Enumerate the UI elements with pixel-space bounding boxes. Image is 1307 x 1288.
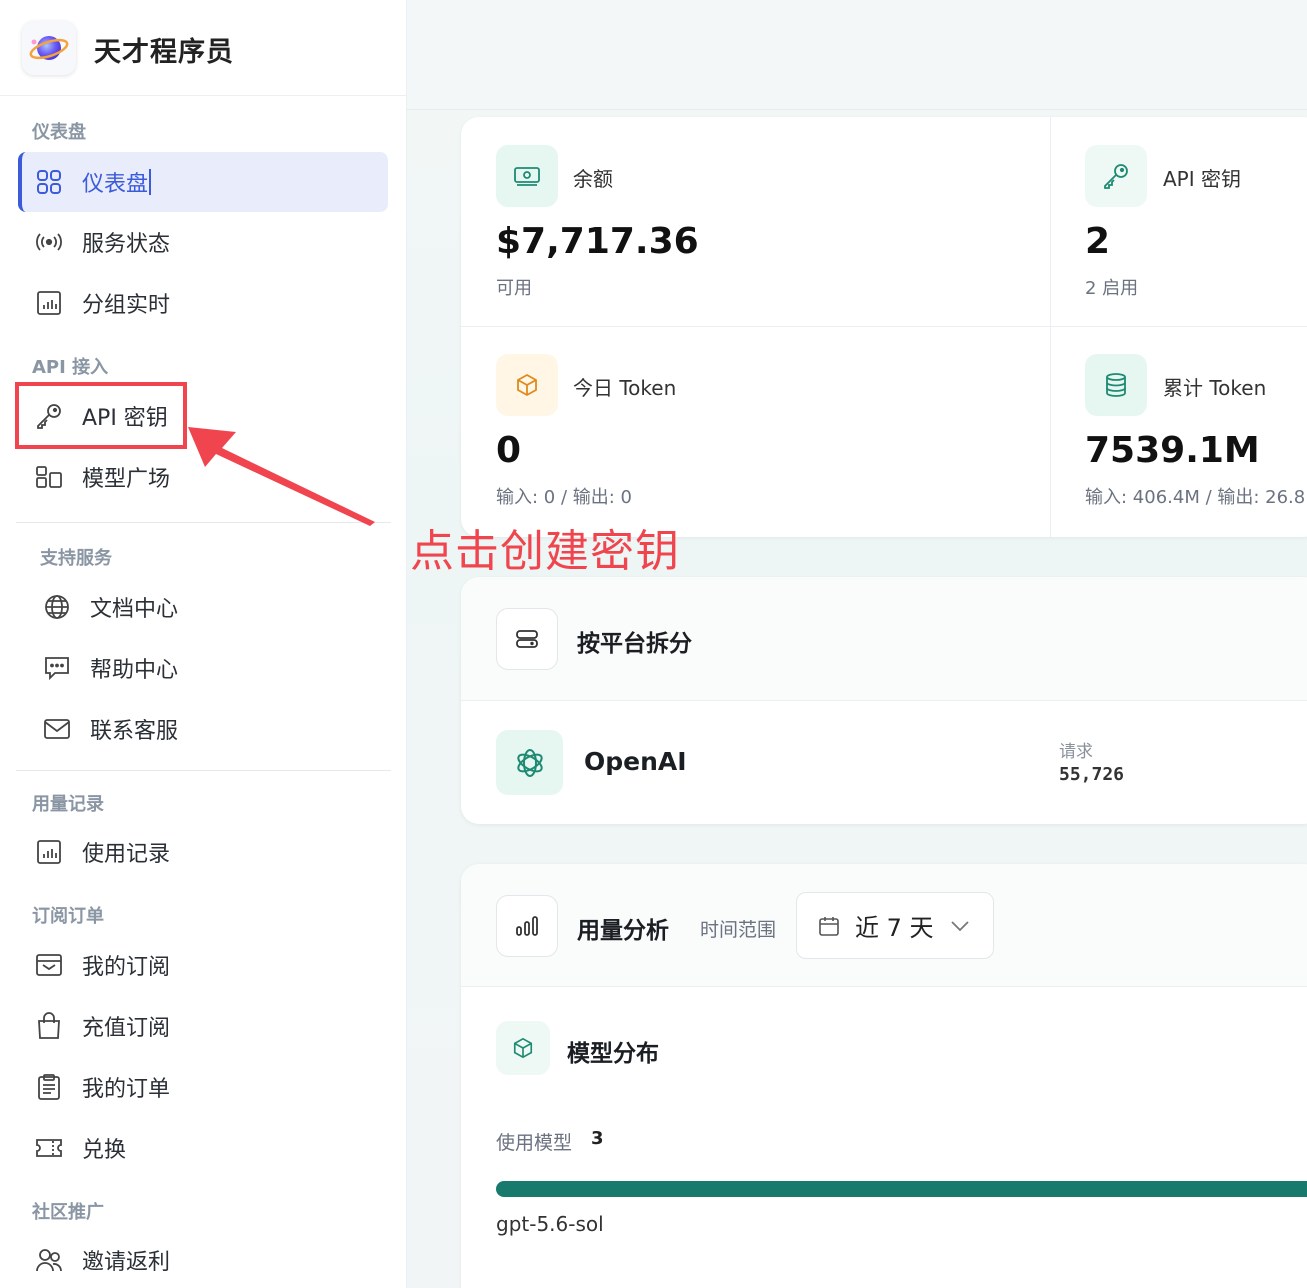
database-icon: [1085, 354, 1147, 416]
sidebar-item-label: 服务状态: [82, 232, 171, 257]
topbar: [407, 0, 1307, 110]
divider: [1050, 117, 1051, 537]
platform-breakdown-card: 按平台拆分 OpenAI 请求 55,726: [461, 577, 1307, 824]
divider: [16, 770, 391, 771]
stat-sub: 输入: 406.4M / 输出: 26.8M: [1085, 487, 1307, 508]
signal-icon: [34, 227, 64, 257]
divider: [16, 522, 391, 523]
sidebar-item-label: 使用记录: [82, 842, 171, 867]
platform-title: 按平台拆分: [577, 631, 692, 657]
section-api: API 接入: [32, 357, 109, 378]
globe-icon: [42, 592, 72, 622]
brand: 天才程序员: [0, 0, 406, 96]
range-select[interactable]: 近 7 天: [796, 892, 994, 959]
sidebar-item-label: 仪表盘: [82, 172, 149, 197]
divider: [461, 326, 1307, 327]
sidebar-item-label: 我的订阅: [82, 955, 171, 980]
section-usage: 用量记录: [32, 794, 104, 815]
sidebar-item-label: 联系客服: [90, 719, 179, 744]
sidebar-item-model-square[interactable]: 模型广场: [34, 447, 170, 507]
ticket-icon: [34, 1133, 64, 1163]
layout-icon: [34, 462, 64, 492]
sidebar-item-label: 兑换: [82, 1138, 127, 1163]
stat-label: 累计 Token: [1163, 376, 1267, 400]
section-orders: 订阅订单: [32, 906, 104, 927]
grid-icon: [34, 167, 64, 197]
platform-name: OpenAI: [584, 747, 687, 776]
bar-chart-icon: [496, 895, 558, 957]
brand-logo-icon[interactable]: [22, 21, 76, 75]
section-dashboard: 仪表盘: [32, 122, 86, 143]
range-label: 时间范围: [700, 919, 777, 941]
requests-label: 请求: [1059, 742, 1093, 762]
openai-icon: [496, 730, 563, 795]
text-caret: [149, 169, 152, 195]
model-count-label: 使用模型: [496, 1132, 573, 1154]
today-token-value: 0: [496, 430, 522, 471]
sidebar-item-help[interactable]: 帮助中心: [42, 638, 178, 698]
wallet-icon: [34, 950, 64, 980]
usage-title: 用量分析: [577, 918, 669, 944]
section-community: 社区推广: [32, 1202, 104, 1223]
sidebar-item-my-orders[interactable]: 我的订单: [34, 1057, 170, 1117]
cube-icon: [496, 1021, 550, 1075]
shopping-bag-icon: [34, 1011, 64, 1041]
sidebar-item-usage-log[interactable]: 使用记录: [34, 822, 170, 882]
model-share-fill: [496, 1181, 1307, 1197]
key-icon: [1085, 145, 1147, 207]
message-icon: [42, 653, 72, 683]
sidebar-item-label: 我的订单: [82, 1077, 171, 1102]
total-token-value: 7539.1M: [1085, 430, 1260, 471]
requests-value: 55,726: [1059, 764, 1125, 785]
sidebar-item-label: 分组实时: [82, 293, 171, 318]
cube-icon: [496, 354, 558, 416]
platform-header: 按平台拆分: [461, 577, 1307, 701]
server-icon: [496, 608, 558, 670]
model-name: gpt-5.6-sol: [496, 1212, 604, 1236]
brand-name: 天才程序员: [94, 37, 234, 68]
stat-sub: 2 启用: [1085, 278, 1139, 299]
annotation-highlight-box: [15, 382, 187, 449]
calendar-icon: [817, 914, 841, 938]
sidebar-item-redeem[interactable]: 兑换: [34, 1118, 126, 1178]
stat-sub: 可用: [496, 278, 532, 299]
users-icon: [34, 1245, 64, 1275]
usage-analysis-card: 用量分析 时间范围 近 7 天 模型分布 使用模型 3 gpt-5.6-sol: [461, 864, 1307, 1288]
stats-card: 余额 $7,717.36 可用 API 密钥 2 2 启用 今日 Token 0…: [461, 117, 1307, 537]
chevron-down-icon: [950, 920, 970, 932]
model-count: 3: [591, 1128, 604, 1149]
stat-label: 余额: [573, 167, 613, 191]
clipboard-icon: [34, 1072, 64, 1102]
sidebar-item-label: 充值订阅: [82, 1016, 171, 1041]
sidebar-item-label: 模型广场: [82, 467, 171, 492]
bar-chart-icon: [34, 837, 64, 867]
mail-icon: [42, 714, 72, 744]
sidebar-item-contact[interactable]: 联系客服: [42, 699, 178, 759]
sidebar-item-service-status[interactable]: 服务状态: [34, 212, 170, 272]
stat-label: 今日 Token: [573, 376, 677, 400]
annotation-text: 点击创建密钥: [410, 526, 680, 577]
sidebar-item-docs[interactable]: 文档中心: [42, 577, 178, 637]
model-distribution-title: 模型分布: [567, 1041, 659, 1067]
api-keys-value: 2: [1085, 221, 1111, 262]
sidebar-item-label: 邀请返利: [82, 1250, 171, 1275]
sidebar-item-invite[interactable]: 邀请返利: [34, 1230, 170, 1288]
sidebar-item-label: 文档中心: [90, 597, 179, 622]
bar-chart-icon: [34, 288, 64, 318]
sidebar-item-dashboard[interactable]: 仪表盘: [18, 152, 388, 212]
sidebar: 天才程序员 仪表盘 仪表盘 服务状态 分组实时 API 接入 API 密钥 模型…: [0, 0, 407, 1288]
range-value: 近 7 天: [855, 914, 934, 942]
stat-label: API 密钥: [1163, 167, 1241, 191]
money-icon: [496, 145, 558, 207]
sidebar-item-group-realtime[interactable]: 分组实时: [34, 273, 170, 333]
main-content: 余额 $7,717.36 可用 API 密钥 2 2 启用 今日 Token 0…: [407, 0, 1307, 1288]
section-support: 支持服务: [40, 548, 112, 569]
sidebar-item-label: 帮助中心: [90, 658, 179, 683]
stat-sub: 输入: 0 / 输出: 0: [496, 487, 632, 508]
sidebar-item-recharge[interactable]: 充值订阅: [34, 996, 170, 1056]
usage-header: 用量分析 时间范围 近 7 天: [461, 864, 1307, 987]
balance-value: $7,717.36: [496, 221, 699, 262]
model-share-bar: [496, 1181, 1307, 1197]
sidebar-item-my-subscription[interactable]: 我的订阅: [34, 935, 170, 995]
